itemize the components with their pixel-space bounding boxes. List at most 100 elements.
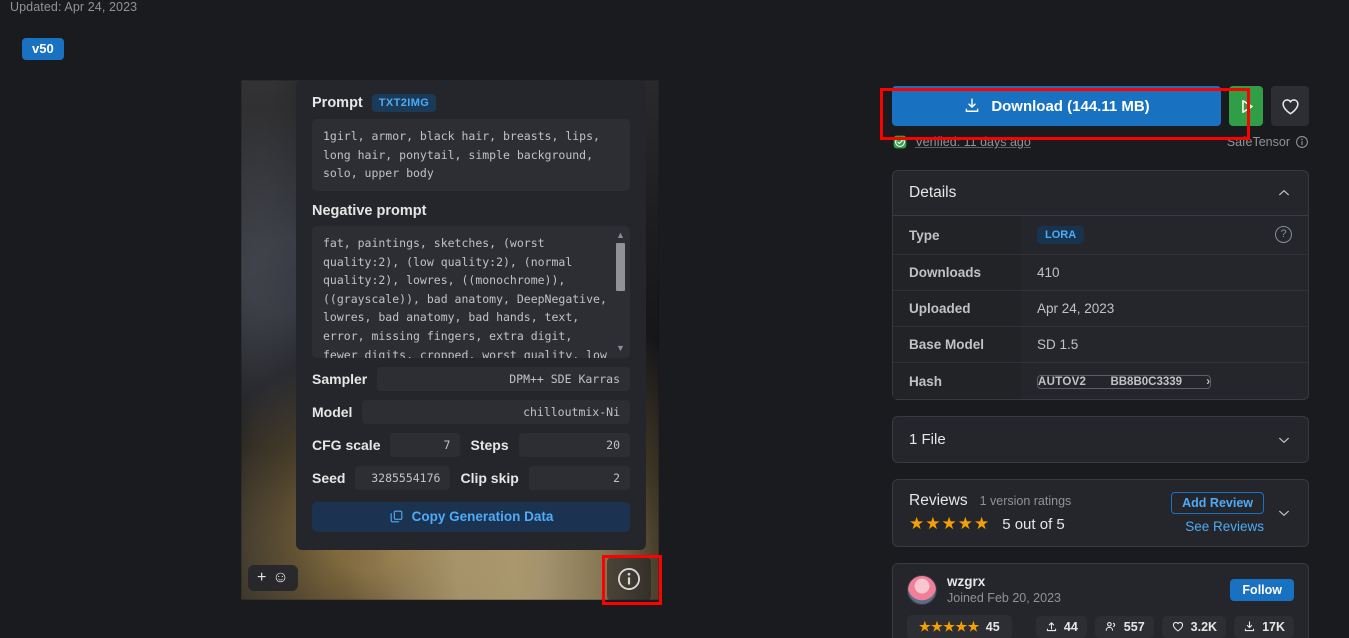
safetensor-badge: SafeTensor (1227, 135, 1309, 149)
files-panel[interactable]: 1 File (892, 416, 1309, 463)
follow-button[interactable]: Follow (1230, 579, 1294, 602)
details-value-downloads: 410 (1021, 254, 1308, 291)
details-panel-header[interactable]: Details (893, 171, 1308, 215)
reviews-header: Reviews 1 version ratings (909, 492, 1159, 510)
creator-uploads-chip: 44 (1035, 615, 1087, 638)
prompt-label: Prompt (312, 95, 363, 111)
sampler-value: DPM++ SDE Karras (377, 366, 630, 391)
copy-icon (390, 511, 402, 523)
seed-clipskip-row: Seed 3285554176 Clip skip 2 (312, 465, 630, 490)
favorite-button[interactable] (1271, 86, 1309, 126)
details-value-hash: AUTOV2 BB8B0C3339 › (1021, 362, 1308, 399)
reviews-subtitle: 1 version ratings (979, 494, 1072, 508)
scroll-down-arrow-icon[interactable]: ▼ (615, 343, 626, 354)
prompt-header: Prompt TXT2IMG (312, 94, 630, 112)
creator-header: wzgrx Joined Feb 20, 2023 Follow (907, 574, 1294, 607)
question-circle-icon[interactable]: ? (1275, 226, 1292, 243)
download-icon (1244, 621, 1255, 632)
rating-score-text: 5 out of 5 (1002, 515, 1065, 533)
prompt-text[interactable]: 1girl, armor, black hair, breasts, lips,… (312, 119, 630, 191)
version-badge[interactable]: v50 (22, 38, 64, 61)
creator-likes-chip: 3.2K (1161, 615, 1227, 638)
details-key-base-model: Base Model (893, 326, 1021, 363)
download-icon (965, 98, 979, 112)
details-key-downloads: Downloads (893, 254, 1021, 291)
seed-value: 3285554176 (355, 465, 451, 490)
hash-value: BB8B0C3339 (1110, 376, 1183, 388)
clip-skip-value: 2 (528, 465, 630, 490)
table-row: Type LORA ? (893, 216, 1308, 255)
chevron-up-icon[interactable] (1276, 185, 1292, 201)
creator-rating-chip: ★★★★★ 45 (907, 614, 1012, 638)
creator-panel: wzgrx Joined Feb 20, 2023 Follow ★★★★★ 4… (892, 563, 1309, 638)
avatar[interactable] (907, 575, 937, 606)
creator-followers-count: 557 (1123, 619, 1145, 634)
reviews-title: Reviews (909, 492, 968, 509)
verified-shield-icon (893, 135, 907, 149)
upload-icon (1046, 622, 1056, 632)
heart-icon (1172, 621, 1183, 632)
info-small-icon[interactable] (1295, 135, 1309, 149)
details-title: Details (909, 184, 957, 201)
details-value-uploaded: Apr 24, 2023 (1021, 290, 1308, 327)
creator-rating-stars: ★★★★★ (919, 618, 980, 634)
reviews-chevron-down-icon[interactable] (1276, 505, 1292, 521)
creator-downloads-count: 17K (1262, 619, 1285, 634)
creator-downloads-chip: 17K (1234, 615, 1294, 638)
details-table: Type LORA ? Downloads 410 Uploaded Apr 2… (893, 216, 1308, 399)
reviews-left: Reviews 1 version ratings ★★★★★ 5 out of… (909, 492, 1159, 534)
negative-prompt-scrollbar[interactable]: ▲ ▼ (615, 229, 626, 354)
creator-username[interactable]: wzgrx (947, 574, 1061, 591)
heart-outline-icon (1281, 98, 1299, 114)
steps-value: 20 (518, 432, 630, 457)
right-sidebar: Download (144.11 MB) Verified: 11 days a… (892, 86, 1309, 638)
details-value-base-model: SD 1.5 (1021, 326, 1308, 363)
verified-left: Verified: 11 days ago (892, 134, 1031, 150)
download-action-row: Download (144.11 MB) (892, 86, 1309, 126)
safetensor-text: SafeTensor (1226, 135, 1290, 149)
details-key-uploaded: Uploaded (893, 290, 1021, 327)
image-info-button[interactable] (607, 557, 651, 601)
verified-text[interactable]: Verified: 11 days ago (915, 135, 1031, 149)
negative-prompt-text[interactable]: fat, paintings, sketches, (worst quality… (312, 225, 630, 358)
play-triangle-icon (1241, 99, 1253, 113)
details-key-type: Type (893, 216, 1021, 255)
run-model-button[interactable] (1229, 86, 1263, 126)
txt2img-tag: TXT2IMG (371, 94, 437, 112)
creator-rating-count: 45 (985, 619, 1000, 634)
details-panel: Details Type LORA ? Downloads 410 Upload… (892, 170, 1309, 400)
details-value-type: LORA ? (1021, 216, 1308, 255)
download-button[interactable]: Download (144.11 MB) (892, 86, 1221, 126)
add-review-button[interactable]: Add Review (1171, 492, 1264, 514)
negative-prompt-label: Negative prompt (312, 202, 427, 219)
verified-status-row: Verified: 11 days ago SafeTensor (892, 134, 1309, 150)
hash-group[interactable]: AUTOV2 BB8B0C3339 › (1037, 375, 1212, 389)
scroll-up-arrow-icon[interactable]: ▲ (615, 230, 626, 241)
plus-icon[interactable]: + (257, 570, 266, 586)
creator-stats-row: ★★★★★ 45 44 557 3.2K 17K (907, 614, 1294, 638)
clip-skip-label: Clip skip (460, 469, 519, 486)
model-row: Model chilloutmix-Ni (312, 399, 630, 424)
image-reaction-toolbar[interactable]: + ☺ (248, 565, 298, 591)
creator-identity: wzgrx Joined Feb 20, 2023 (947, 574, 1061, 607)
cfg-scale-label: CFG scale (312, 436, 381, 453)
copy-generation-data-button[interactable]: Copy Generation Data (312, 501, 630, 532)
creator-followers-chip: 557 (1094, 615, 1154, 638)
creator-joined-date: Joined Feb 20, 2023 (947, 590, 1061, 605)
type-pill[interactable]: LORA (1037, 226, 1085, 244)
table-row: Hash AUTOV2 BB8B0C3339 › (893, 362, 1308, 399)
chevron-down-icon[interactable] (1276, 432, 1292, 448)
model-label: Model (312, 403, 353, 420)
reviews-panel: Reviews 1 version ratings ★★★★★ 5 out of… (892, 479, 1309, 547)
steps-label: Steps (470, 436, 509, 453)
creator-uploads-count: 44 (1063, 619, 1078, 634)
scrollbar-thumb[interactable] (616, 242, 625, 291)
updated-date-text: Updated: Apr 24, 2023 (10, 0, 138, 14)
page-root: Updated: Apr 24, 2023 v50 + ☺ Prompt TXT… (0, 0, 1349, 638)
sampler-row: Sampler DPM++ SDE Karras (312, 366, 630, 391)
see-reviews-link[interactable]: See Reviews (1185, 519, 1264, 534)
reviews-rating-row: ★★★★★ 5 out of 5 (909, 514, 1159, 534)
seed-label: Seed (312, 469, 346, 486)
chevron-right-icon[interactable]: › (1206, 376, 1210, 388)
emoji-smiley-icon[interactable]: ☺ (272, 570, 288, 586)
